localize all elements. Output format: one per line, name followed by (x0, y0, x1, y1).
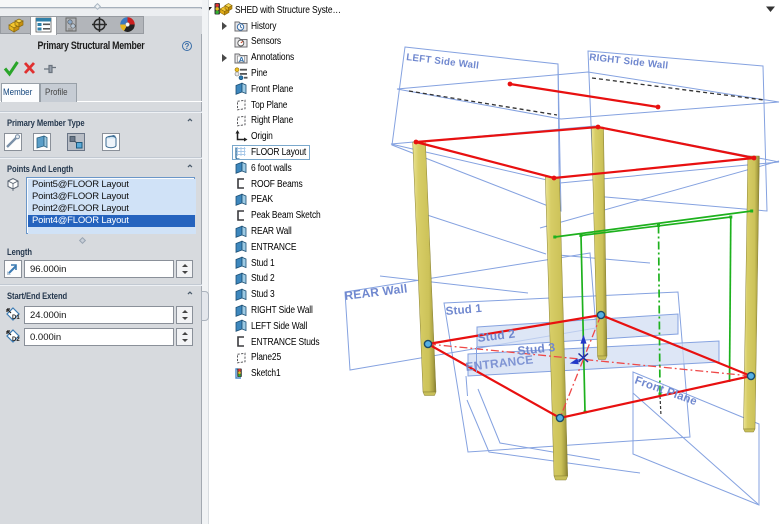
svg-text:D1: D1 (12, 315, 20, 321)
svg-text:A: A (239, 55, 245, 64)
svg-text:D2: D2 (12, 337, 20, 343)
svg-text:RIGHT Side Wall: RIGHT Side Wall (589, 52, 669, 72)
svg-text:LEFT Side Wall: LEFT Side Wall (406, 52, 480, 72)
svg-text:Stud 1: Stud 1 (445, 303, 483, 318)
svg-text:Front Plane: Front Plane (633, 375, 699, 409)
